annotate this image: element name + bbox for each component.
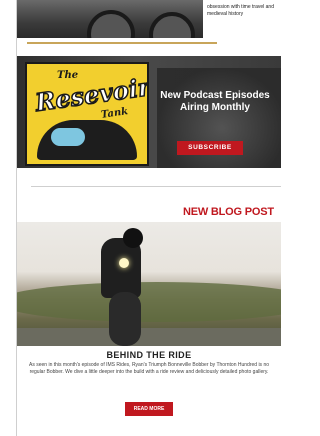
podcast-banner[interactable]: The Resevoir Tank New Podcast Episodes A… xyxy=(17,56,281,168)
motorcycle-wheel xyxy=(87,10,135,38)
podcast-logo: The Resevoir Tank xyxy=(25,62,149,166)
section-divider xyxy=(31,186,281,187)
section-rule xyxy=(27,42,217,44)
background-hill xyxy=(17,282,281,322)
previous-article-image[interactable] xyxy=(17,0,203,38)
podcast-headline: New Podcast Episodes Airing Monthly xyxy=(160,90,270,113)
logo-text-the: The xyxy=(57,70,79,81)
logo-text-tank: Tank xyxy=(100,106,129,121)
motorcycle-wheel xyxy=(149,12,195,38)
blog-post-title: BEHIND THE RIDE xyxy=(106,350,192,360)
subscribe-button[interactable]: SUBSCRIBE xyxy=(177,141,243,155)
blog-hero-image[interactable] xyxy=(17,222,281,346)
motorcycle xyxy=(109,292,141,346)
helmet-visor xyxy=(51,128,85,146)
road xyxy=(17,328,281,346)
read-more-button[interactable]: READ MORE xyxy=(125,402,173,416)
email-preview: obsession with time travel and medieval … xyxy=(16,0,281,436)
new-blog-post-heading: NEW BLOG POST xyxy=(183,206,274,218)
previous-article-text: obsession with time travel and medieval … xyxy=(207,4,274,17)
rider-helmet xyxy=(123,228,143,248)
blog-post-description: As seen in this month's episode of IMS R… xyxy=(29,362,269,375)
logo-text-name: Resevoir xyxy=(33,71,149,117)
previous-article-strip: obsession with time travel and medieval … xyxy=(17,0,281,44)
headlight xyxy=(119,258,129,268)
